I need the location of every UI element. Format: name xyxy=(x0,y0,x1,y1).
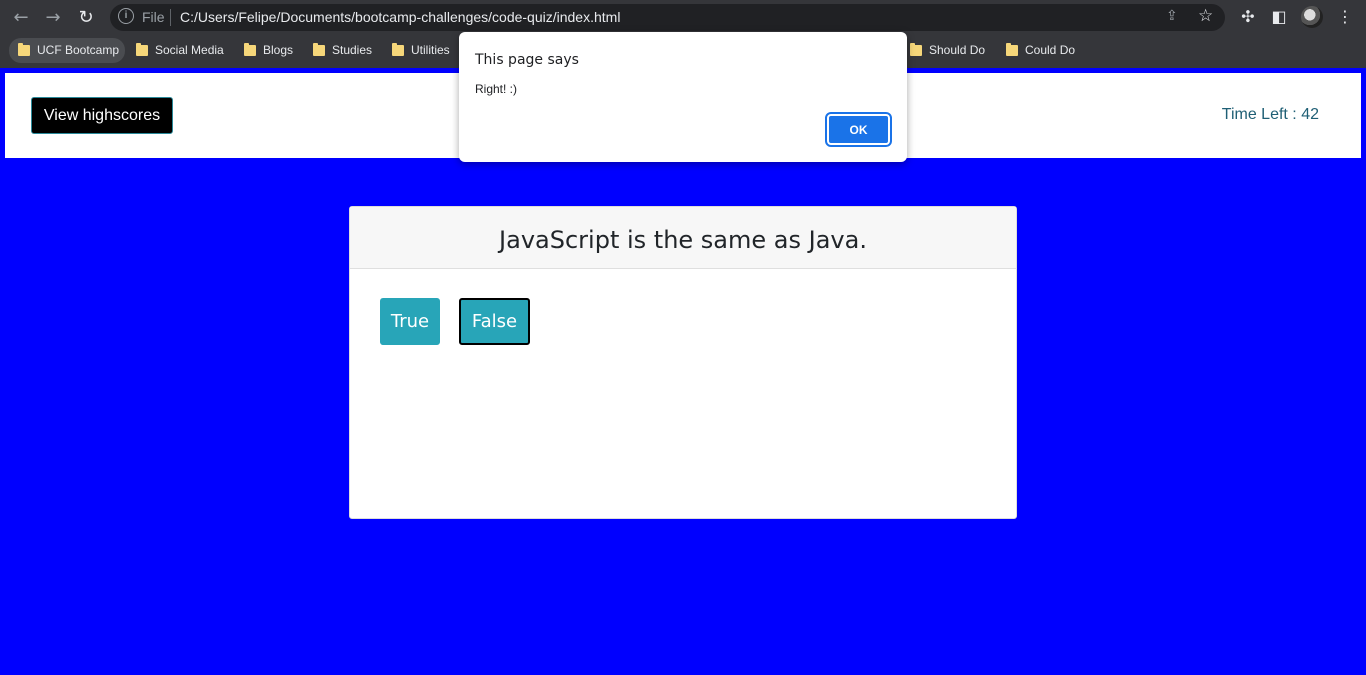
forward-arrow-icon[interactable]: → xyxy=(41,6,65,30)
dialog-title: This page says xyxy=(475,52,579,68)
info-icon[interactable]: i xyxy=(118,8,134,24)
star-icon[interactable]: ☆ xyxy=(1198,6,1213,26)
back-arrow-icon[interactable]: ← xyxy=(9,6,33,30)
folder-icon xyxy=(313,43,325,56)
extensions-puzzle-icon[interactable]: ✣ xyxy=(1237,6,1259,28)
bookmark-label: Blogs xyxy=(263,43,294,57)
time-left-display: Time Left : 42 xyxy=(1221,106,1319,123)
question-card: JavaScript is the same as Java. True Fal… xyxy=(349,206,1017,519)
folder-icon xyxy=(136,43,148,56)
bookmark-could-do[interactable]: Could Do xyxy=(997,38,1081,63)
folder-icon xyxy=(910,43,922,56)
view-highscores-button[interactable]: View highscores xyxy=(31,97,173,134)
url-text[interactable]: C:/Users/Felipe/Documents/bootcamp-chall… xyxy=(180,9,620,25)
bookmark-label: Studies xyxy=(332,43,373,57)
profile-avatar[interactable] xyxy=(1301,6,1323,28)
bookmark-label: Should Do xyxy=(929,43,986,57)
question-card-header: JavaScript is the same as Java. xyxy=(350,207,1016,269)
bookmark-ucf-bootcamp[interactable]: UCF Bootcamp xyxy=(9,38,126,63)
url-scheme-label: File xyxy=(142,9,165,25)
answer-true-button[interactable]: True xyxy=(380,298,440,345)
dialog-ok-button[interactable]: OK xyxy=(825,112,892,147)
bookmark-label: Utilities xyxy=(411,43,450,57)
more-menu-icon[interactable]: ⋮ xyxy=(1334,6,1356,28)
bookmark-label: Could Do xyxy=(1025,43,1076,57)
share-icon[interactable]: ⇪ xyxy=(1166,8,1178,24)
bookmark-social-media[interactable]: Social Media xyxy=(127,38,230,63)
answer-false-button[interactable]: False xyxy=(459,298,530,345)
question-text: JavaScript is the same as Java. xyxy=(499,226,867,254)
folder-icon xyxy=(18,43,30,56)
alert-dialog: This page says Right! :) OK xyxy=(459,32,907,162)
bookmark-label: Social Media xyxy=(155,43,224,57)
browser-toolbar: ← → ↻ i File C:/Users/Felipe/Documents/b… xyxy=(0,0,1366,35)
bookmark-blogs[interactable]: Blogs xyxy=(235,38,299,63)
dialog-message: Right! :) xyxy=(475,82,518,96)
address-separator xyxy=(170,9,171,26)
bookmark-should-do[interactable]: Should Do xyxy=(901,38,991,63)
folder-icon xyxy=(1006,43,1018,56)
side-panel-icon[interactable]: ◧ xyxy=(1268,6,1290,28)
bookmark-utilities[interactable]: Utilities xyxy=(383,38,456,63)
folder-icon xyxy=(244,43,256,56)
address-bar[interactable]: i File C:/Users/Felipe/Documents/bootcam… xyxy=(110,4,1225,31)
bookmark-label: UCF Bootcamp xyxy=(37,43,120,57)
bookmark-studies[interactable]: Studies xyxy=(304,38,378,63)
folder-icon xyxy=(392,43,404,56)
reload-icon[interactable]: ↻ xyxy=(74,6,98,30)
